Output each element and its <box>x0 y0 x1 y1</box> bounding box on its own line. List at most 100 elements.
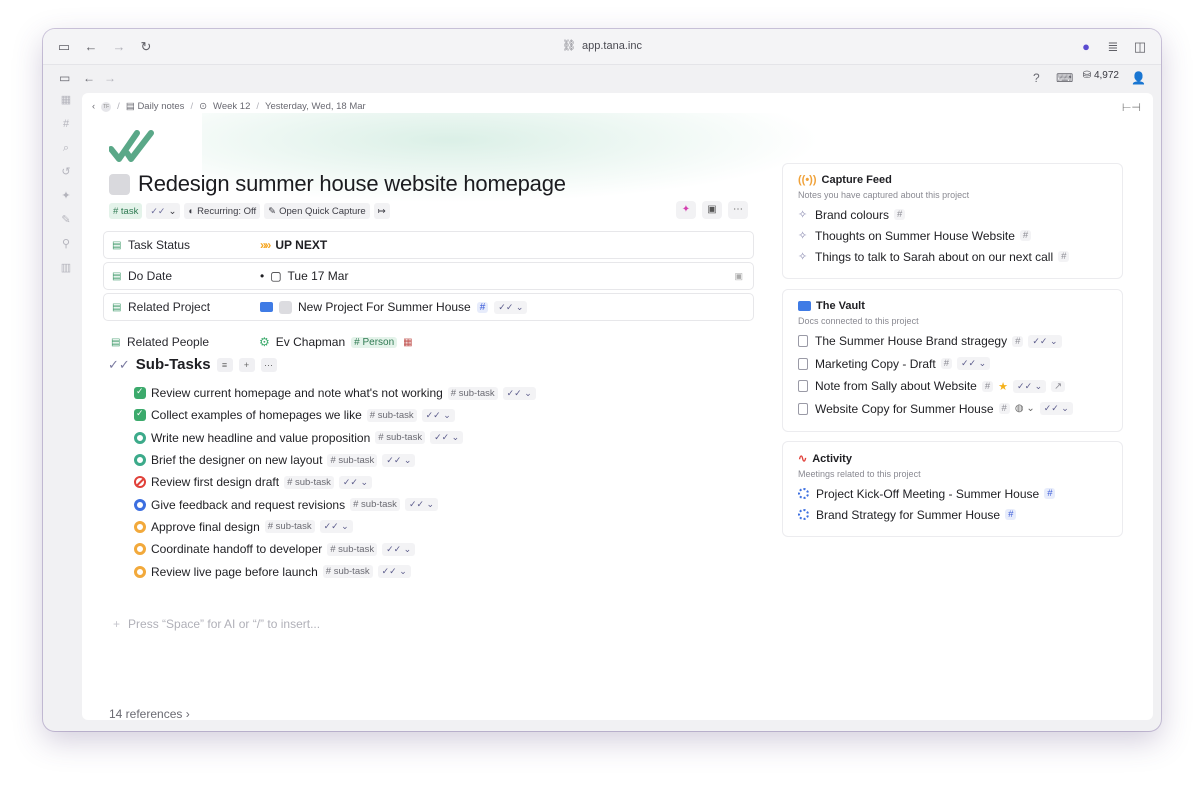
split-view-icon[interactable]: ◫ <box>1133 40 1147 54</box>
subtask-row[interactable]: Write new headline and value proposition… <box>134 427 536 449</box>
breadcrumb-day[interactable]: Yesterday, Wed, 18 Mar <box>265 101 366 112</box>
done-toggle[interactable]: ✓✓ ⌄ <box>957 357 991 371</box>
done-toggle[interactable]: ✓✓ ⌄ <box>338 475 373 489</box>
more-options-icon[interactable]: ⋯ <box>260 357 277 372</box>
status-todo-icon[interactable] <box>134 520 146 533</box>
hash-tag[interactable]: # <box>1005 509 1017 520</box>
hash-tag[interactable]: # <box>1019 230 1032 241</box>
subtask-tag[interactable]: # sub-task <box>327 542 378 556</box>
subtask-row[interactable]: Approve final design # sub-task ✓✓ ⌄ <box>134 516 536 538</box>
date-picker-icon[interactable]: ▣ <box>734 271 743 282</box>
list-item[interactable]: Project Kick-Off Meeting - Summer House # <box>798 483 1107 504</box>
done-toggle[interactable]: ✓✓ ⌄ <box>1028 334 1062 348</box>
done-toggle[interactable]: ✓✓ ⌄ <box>382 542 416 556</box>
done-toggle[interactable]: ✓✓ ⌄ <box>377 565 411 579</box>
subtask-row[interactable]: Brief the designer on new layout # sub-ta… <box>134 449 536 471</box>
activity-title[interactable]: Activity <box>812 453 852 465</box>
more-options-icon[interactable]: ⋯ <box>728 201 748 219</box>
done-toggle[interactable]: ✓✓ ⌄ <box>502 386 536 400</box>
list-item[interactable]: ✧ Things to talk to Sarah about on our ne… <box>798 246 1107 267</box>
done-toggle[interactable]: ✓✓ ⌄ <box>382 453 416 467</box>
subtask-tag[interactable]: # sub-task <box>327 453 378 467</box>
star-icon[interactable]: ★ <box>998 380 1008 393</box>
calendar-icon[interactable]: ▦ <box>59 93 73 107</box>
subtask-tag[interactable]: # sub-task <box>375 431 426 445</box>
subtask-label[interactable]: Approve final design <box>151 520 260 534</box>
status-block-icon[interactable] <box>134 476 146 489</box>
user-icon[interactable]: 👤 <box>1131 71 1146 85</box>
subtasks-heading[interactable]: Sub-Tasks <box>136 356 211 373</box>
workspace-avatar[interactable]: TF <box>101 101 112 112</box>
task-status-value[interactable]: UP NEXT <box>275 238 327 252</box>
capture-feed-title[interactable]: Capture Feed <box>822 174 892 186</box>
subtask-row[interactable]: Review first design draft # sub-task ✓✓ ⌄ <box>134 471 536 493</box>
chart-icon[interactable]: ▥ <box>59 261 73 275</box>
subtask-tag[interactable]: # sub-task <box>350 498 400 512</box>
list-item[interactable]: Note from Sally about Website # ★ ✓✓ ⌄ ↗ <box>798 375 1107 398</box>
done-toggle[interactable]: ✓✓ ⌄ <box>421 408 455 422</box>
subtask-label[interactable]: Brief the designer on new layout <box>151 453 322 467</box>
pin-icon[interactable]: ⚲ <box>59 237 73 251</box>
project-done-toggle[interactable]: ✓✓ ⌄ <box>494 300 528 314</box>
subtask-tag[interactable]: # sub-task <box>322 565 373 579</box>
field-related-project[interactable]: ▤ Related Project New Project For Summer… <box>103 293 754 321</box>
hash-tag[interactable]: # <box>1044 488 1056 499</box>
recurring-toggle[interactable]: ◐ Recurring: Off <box>184 203 261 219</box>
credits-counter[interactable]: ⛁ 4,972 <box>1083 70 1119 81</box>
field-related-people[interactable]: ▤ Related People ⚙ Ev Chapman # Person ▦ <box>103 328 754 356</box>
help-icon[interactable]: ? <box>1033 71 1040 85</box>
page-title[interactable]: Redesign summer house website homepage <box>138 171 566 197</box>
hash-tag[interactable]: # <box>981 380 994 392</box>
hash-tag[interactable]: # <box>1058 251 1070 262</box>
references-link[interactable]: 14 references › <box>109 707 190 720</box>
done-toggle[interactable]: ✓✓ ⌄ <box>404 498 439 512</box>
subtask-label[interactable]: Give feedback and request revisions <box>151 498 345 512</box>
status-todo-icon[interactable] <box>134 565 146 578</box>
list-item[interactable]: The Summer House Brand stragegy # ✓✓ ⌄ <box>798 330 1107 353</box>
field-due-date[interactable]: ▤ Do Date • ▢ Tue 17 Mar ▣ <box>103 262 754 290</box>
subtask-label[interactable]: Review first design draft <box>151 475 279 489</box>
related-project-value[interactable]: New Project For Summer House <box>298 300 471 314</box>
editor-placeholder[interactable]: + Press “Space” for AI or “/” to insert..… <box>113 617 320 631</box>
expand-panel-icon[interactable]: ⊢⊣ <box>1122 101 1141 114</box>
done-toggle[interactable]: ✓✓ ⌄ <box>1039 402 1073 416</box>
subtask-label[interactable]: Coordinate handoff to developer <box>151 542 322 556</box>
status-done-icon[interactable] <box>134 386 146 400</box>
field-task-status[interactable]: ▤ Task Status »» UP NEXT <box>103 231 754 259</box>
breadcrumb-week[interactable]: Week 12 <box>213 101 250 112</box>
add-icon[interactable]: + <box>238 357 255 372</box>
status-done-icon[interactable] <box>134 408 146 422</box>
history-icon[interactable]: ↺ <box>59 165 73 179</box>
node-icon[interactable] <box>109 173 130 195</box>
quick-capture-button[interactable]: ✎ Open Quick Capture <box>264 203 370 219</box>
app-back-icon[interactable]: ← <box>83 71 95 85</box>
tag-icon[interactable]: # <box>59 117 73 131</box>
vault-title[interactable]: The Vault <box>816 300 865 312</box>
project-tag[interactable]: # <box>476 301 489 313</box>
list-item[interactable]: Brand Strategy for Summer House # <box>798 504 1107 525</box>
calendar-add-icon[interactable]: ▣ <box>702 201 722 219</box>
done-toggle[interactable]: ✓✓ ⌄ <box>319 520 353 534</box>
subtask-tag[interactable]: # sub-task <box>284 475 334 489</box>
hash-tag[interactable]: # <box>940 358 952 370</box>
task-tag-chip[interactable]: # task <box>109 203 143 219</box>
done-toggle[interactable]: ✓✓ ⌄ <box>1013 379 1047 393</box>
subtask-row[interactable]: Review live page before launch # sub-task… <box>134 560 536 582</box>
list-item[interactable]: Website Copy for Summer House # ◍ ⌄ ✓✓ ⌄ <box>798 398 1107 421</box>
hash-tag[interactable]: # <box>998 403 1010 415</box>
ai-sparkle-icon[interactable]: ✦ <box>59 189 73 203</box>
status-prog-icon[interactable] <box>134 454 146 467</box>
person-tag[interactable]: # Person <box>351 336 398 348</box>
arrow-right-bar-icon[interactable]: ↦ <box>373 203 390 219</box>
subtask-row[interactable]: Coordinate handoff to developer # sub-tas… <box>134 538 536 560</box>
list-item[interactable]: ✧ Brand colours # <box>798 204 1107 225</box>
subtask-label[interactable]: Review current homepage and note what's … <box>151 386 443 400</box>
external-link-icon[interactable]: ↗ <box>1051 380 1066 392</box>
list-item[interactable]: Marketing Copy - Draft # ✓✓ ⌄ <box>798 353 1107 376</box>
subtask-tag[interactable]: # sub-task <box>447 386 498 400</box>
list-item[interactable]: ✧ Thoughts on Summer House Website # <box>798 225 1107 246</box>
extension-icon[interactable]: ● <box>1079 40 1093 54</box>
subtask-label[interactable]: Collect examples of homepages we like <box>151 408 362 422</box>
list-options-icon[interactable]: ≡ <box>216 357 233 372</box>
subtask-row[interactable]: Review current homepage and note what's … <box>134 382 536 404</box>
